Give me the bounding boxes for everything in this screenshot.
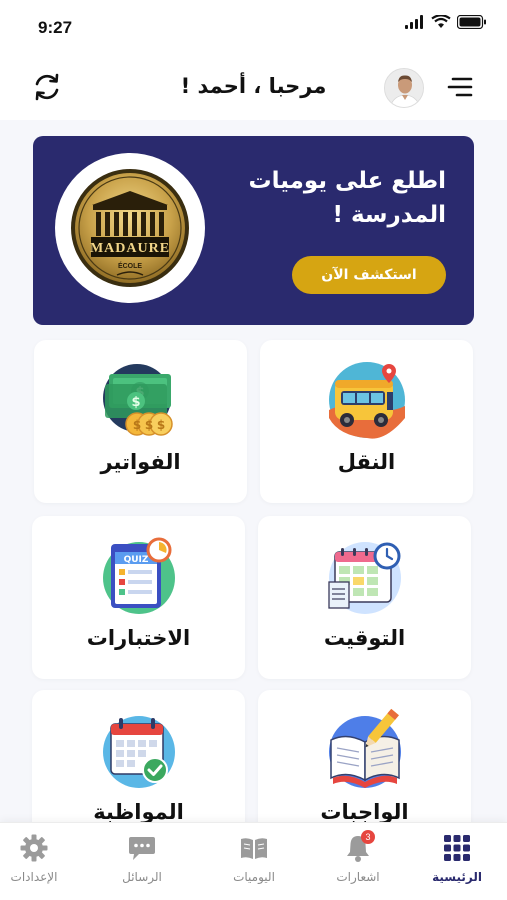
signal-icon: [405, 15, 423, 29]
nav-diaries[interactable]: اليوميات: [204, 833, 304, 893]
nav-messages-label: الرسائل: [122, 870, 162, 884]
promo-banner: اطلع على يوميات المدرسة ! استكشف الآن MA…: [33, 136, 474, 325]
nav-home-label: الرئيسية: [432, 870, 482, 884]
calendar-check-icon: [97, 708, 181, 792]
bell-icon: 3: [343, 830, 375, 863]
card-homework-label: الواجبات: [320, 800, 409, 824]
quiz-icon: QUIZ: [97, 534, 181, 618]
nav-notifications[interactable]: 3 اشعارات: [308, 830, 408, 893]
status-icons: [405, 15, 487, 29]
svg-text:$: $: [144, 418, 152, 432]
card-attendance-label: المواظبة: [93, 800, 184, 824]
svg-text:$: $: [156, 418, 164, 432]
logo-text: MADAURE: [90, 241, 170, 256]
nav-diaries-label: اليوميات: [233, 870, 275, 884]
nav-home[interactable]: الرئيسية: [407, 833, 507, 893]
status-bar: 9:27: [0, 0, 507, 56]
greeting-title: مرحبا ، أحمد !: [180, 74, 327, 98]
grid-icon: [442, 833, 472, 863]
menu-icon: [447, 77, 473, 97]
svg-text:$: $: [132, 418, 140, 432]
nav-settings[interactable]: الإعدادات: [0, 833, 84, 893]
status-time: 9:27: [38, 18, 73, 37]
avatar-image: [385, 69, 423, 107]
money-icon: $ $ $ $ $: [99, 358, 183, 442]
svg-text:$: $: [131, 395, 140, 410]
card-invoices-label: الفواتير: [100, 450, 181, 474]
banner-title-line2: المدرسة !: [332, 202, 446, 228]
open-book-icon: [239, 833, 269, 863]
card-schedule-label: التوقيت: [323, 626, 406, 650]
battery-icon: [457, 15, 486, 29]
card-tests[interactable]: QUIZ الاختبارات: [32, 516, 245, 679]
quiz-text: QUIZ: [123, 555, 148, 565]
bottom-nav: الرئيسية 3 اشعارات اليوميات الرسائل الإع…: [0, 822, 507, 900]
banner-title: اطلع على يوميات المدرسة !: [226, 164, 446, 232]
app-header: مرحبا ، أحمد !: [0, 56, 507, 120]
school-logo: MADAURE ÉCOLE: [55, 153, 205, 303]
logo-subtext: ÉCOLE: [118, 261, 142, 270]
book-pencil-icon: [323, 708, 407, 792]
nav-settings-label: الإعدادات: [10, 870, 58, 884]
gear-icon: [19, 833, 49, 863]
banner-title-line1: اطلع على يوميات: [248, 168, 446, 194]
notifications-badge: 3: [361, 830, 375, 844]
school-logo-emblem: MADAURE ÉCOLE: [71, 169, 189, 287]
bus-icon: [325, 358, 409, 442]
explore-now-button[interactable]: استكشف الآن: [292, 256, 446, 294]
card-transport[interactable]: النقل: [260, 340, 473, 503]
nav-messages[interactable]: الرسائل: [92, 833, 192, 893]
chat-bubble-icon: [127, 833, 157, 863]
nav-notifications-label: اشعارات: [336, 870, 380, 884]
card-schedule[interactable]: التوقيت: [258, 516, 471, 679]
avatar[interactable]: [384, 68, 424, 108]
calendar-clock-icon: [323, 534, 407, 618]
menu-button[interactable]: [447, 74, 475, 102]
card-invoices[interactable]: $ $ $ $ $ الفواتير: [34, 340, 247, 503]
card-tests-label: الاختبارات: [86, 626, 191, 650]
card-transport-label: النقل: [337, 450, 396, 474]
wifi-icon: [431, 15, 451, 28]
